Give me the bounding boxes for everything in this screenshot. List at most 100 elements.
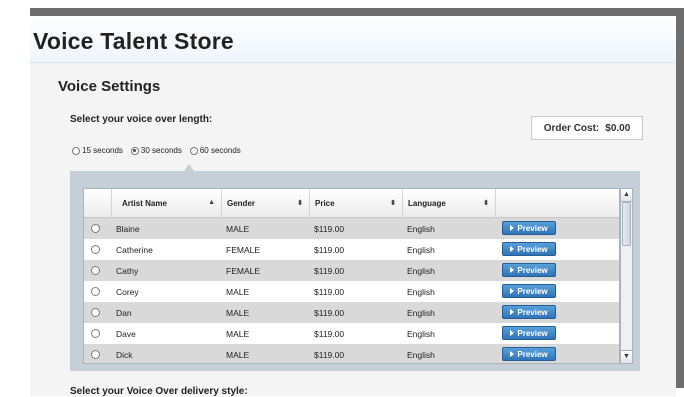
artist-price: $119.00	[314, 349, 345, 360]
artist-language: English	[407, 286, 435, 297]
scroll-thumb[interactable]	[622, 202, 631, 246]
table-row[interactable]: Blaine MALE $119.00 English Preview	[84, 218, 619, 239]
table-row[interactable]: Dick MALE $119.00 English Preview	[84, 344, 619, 363]
row-select-radio[interactable]	[91, 350, 100, 359]
header-label: Artist Name	[122, 198, 167, 208]
section-title: Voice Settings	[58, 78, 161, 95]
artist-gender: MALE	[226, 307, 250, 318]
header-language[interactable]: Language ⬍	[402, 189, 495, 217]
row-select-radio[interactable]	[91, 224, 100, 233]
artist-language: English	[407, 307, 435, 318]
header-actions	[495, 189, 619, 217]
preview-label: Preview	[517, 265, 548, 275]
artist-gender: MALE	[226, 223, 250, 234]
length-option-60[interactable]: 60 seconds	[189, 146, 241, 155]
header-price[interactable]: Price ⬍	[309, 189, 402, 217]
artist-price: $119.00	[314, 328, 345, 339]
sort-both-icon: ⬍	[297, 200, 303, 207]
radio-15-seconds[interactable]	[72, 146, 80, 155]
play-icon	[510, 309, 515, 315]
preview-button[interactable]: Preview	[502, 242, 556, 256]
play-icon	[510, 225, 515, 231]
header-label: Gender	[227, 198, 256, 208]
row-select-radio[interactable]	[91, 266, 100, 275]
preview-button[interactable]: Preview	[502, 305, 556, 319]
length-option-label: 60 seconds	[199, 146, 241, 155]
table-row[interactable]: Dan MALE $119.00 English Preview	[84, 302, 619, 323]
length-option-30[interactable]: 30 seconds	[130, 146, 182, 155]
artist-gender: FEMALE	[226, 265, 261, 276]
artist-price: $119.00	[314, 244, 345, 255]
radio-60-seconds[interactable]	[189, 146, 198, 155]
row-select-radio[interactable]	[91, 329, 100, 338]
scroll-down-icon[interactable]: ▼	[621, 350, 632, 363]
preview-button[interactable]: Preview	[502, 284, 556, 298]
play-icon	[510, 351, 515, 357]
preview-button[interactable]: Preview	[502, 221, 556, 235]
preview-label: Preview	[517, 286, 548, 296]
row-select-radio[interactable]	[91, 308, 100, 317]
artist-language: English	[407, 244, 435, 255]
play-icon	[510, 267, 515, 273]
sort-both-icon: ⬍	[390, 200, 396, 207]
preview-button[interactable]: Preview	[502, 326, 556, 340]
artist-price: $119.00	[314, 265, 345, 276]
order-cost-box: Order Cost: $0.00	[531, 116, 643, 140]
artist-name: Catherine	[116, 244, 153, 255]
grid-header: Artist Name ▲ Gender ⬍ Price ⬍ Language …	[84, 189, 619, 218]
window-frame-right	[676, 8, 684, 388]
artist-language: English	[407, 265, 435, 276]
row-select-radio[interactable]	[91, 287, 100, 296]
sort-both-icon: ⬍	[483, 200, 489, 207]
table-row[interactable]: Corey MALE $119.00 English Preview	[84, 281, 619, 302]
artist-gender: MALE	[226, 286, 250, 297]
order-cost-value: $0.00	[605, 122, 631, 134]
table-row[interactable]: Dave MALE $119.00 English Preview	[84, 323, 619, 344]
scroll-up-icon[interactable]: ▲	[621, 189, 632, 202]
preview-label: Preview	[517, 244, 548, 254]
play-icon	[510, 288, 515, 294]
length-options: 15 seconds 30 seconds 60 seconds	[72, 146, 249, 155]
header-label: Language	[408, 198, 446, 208]
order-cost-label: Order Cost:	[543, 122, 600, 134]
artist-gender: MALE	[226, 349, 250, 360]
play-icon	[510, 330, 515, 336]
artist-language: English	[407, 328, 435, 339]
artist-price: $119.00	[314, 307, 345, 318]
row-select-radio[interactable]	[91, 245, 100, 254]
artist-name: Cathy	[116, 265, 139, 276]
length-option-label: 30 seconds	[140, 146, 182, 155]
artist-name: Blaine	[116, 223, 140, 234]
grid-scrollbar[interactable]: ▲ ▼	[620, 188, 633, 364]
table-row[interactable]: Catherine FEMALE $119.00 English Preview	[84, 239, 619, 260]
header-gender[interactable]: Gender ⬍	[221, 189, 309, 217]
header-label: Price	[315, 198, 335, 208]
artist-gender: MALE	[226, 328, 250, 339]
sort-ascending-icon: ▲	[208, 199, 215, 206]
artist-name: Dan	[116, 307, 132, 318]
table-row[interactable]: Cathy FEMALE $119.00 English Preview	[84, 260, 619, 281]
window-frame-top	[30, 8, 684, 16]
preview-label: Preview	[517, 349, 548, 359]
header-select	[84, 189, 111, 217]
selection-pointer	[184, 164, 194, 171]
artist-gender: FEMALE	[226, 244, 261, 255]
artist-name: Dave	[116, 328, 136, 339]
store-title: Voice Talent Store	[33, 28, 234, 54]
length-option-15[interactable]: 15 seconds	[72, 146, 123, 155]
delivery-prompt: Select your Voice Over delivery style:	[70, 386, 248, 397]
artist-grid: Artist Name ▲ Gender ⬍ Price ⬍ Language …	[83, 188, 620, 364]
artist-language: English	[407, 349, 435, 360]
length-option-label: 15 seconds	[82, 146, 123, 155]
preview-button[interactable]: Preview	[502, 347, 556, 361]
play-icon	[510, 246, 515, 252]
radio-30-seconds[interactable]	[130, 146, 139, 155]
artist-name: Dick	[116, 349, 133, 360]
artist-language: English	[407, 223, 435, 234]
preview-button[interactable]: Preview	[502, 263, 556, 277]
preview-label: Preview	[517, 307, 548, 317]
header-artist-name[interactable]: Artist Name ▲	[111, 189, 221, 217]
artist-price: $119.00	[314, 223, 345, 234]
preview-label: Preview	[517, 223, 548, 233]
artist-name: Corey	[116, 286, 139, 297]
